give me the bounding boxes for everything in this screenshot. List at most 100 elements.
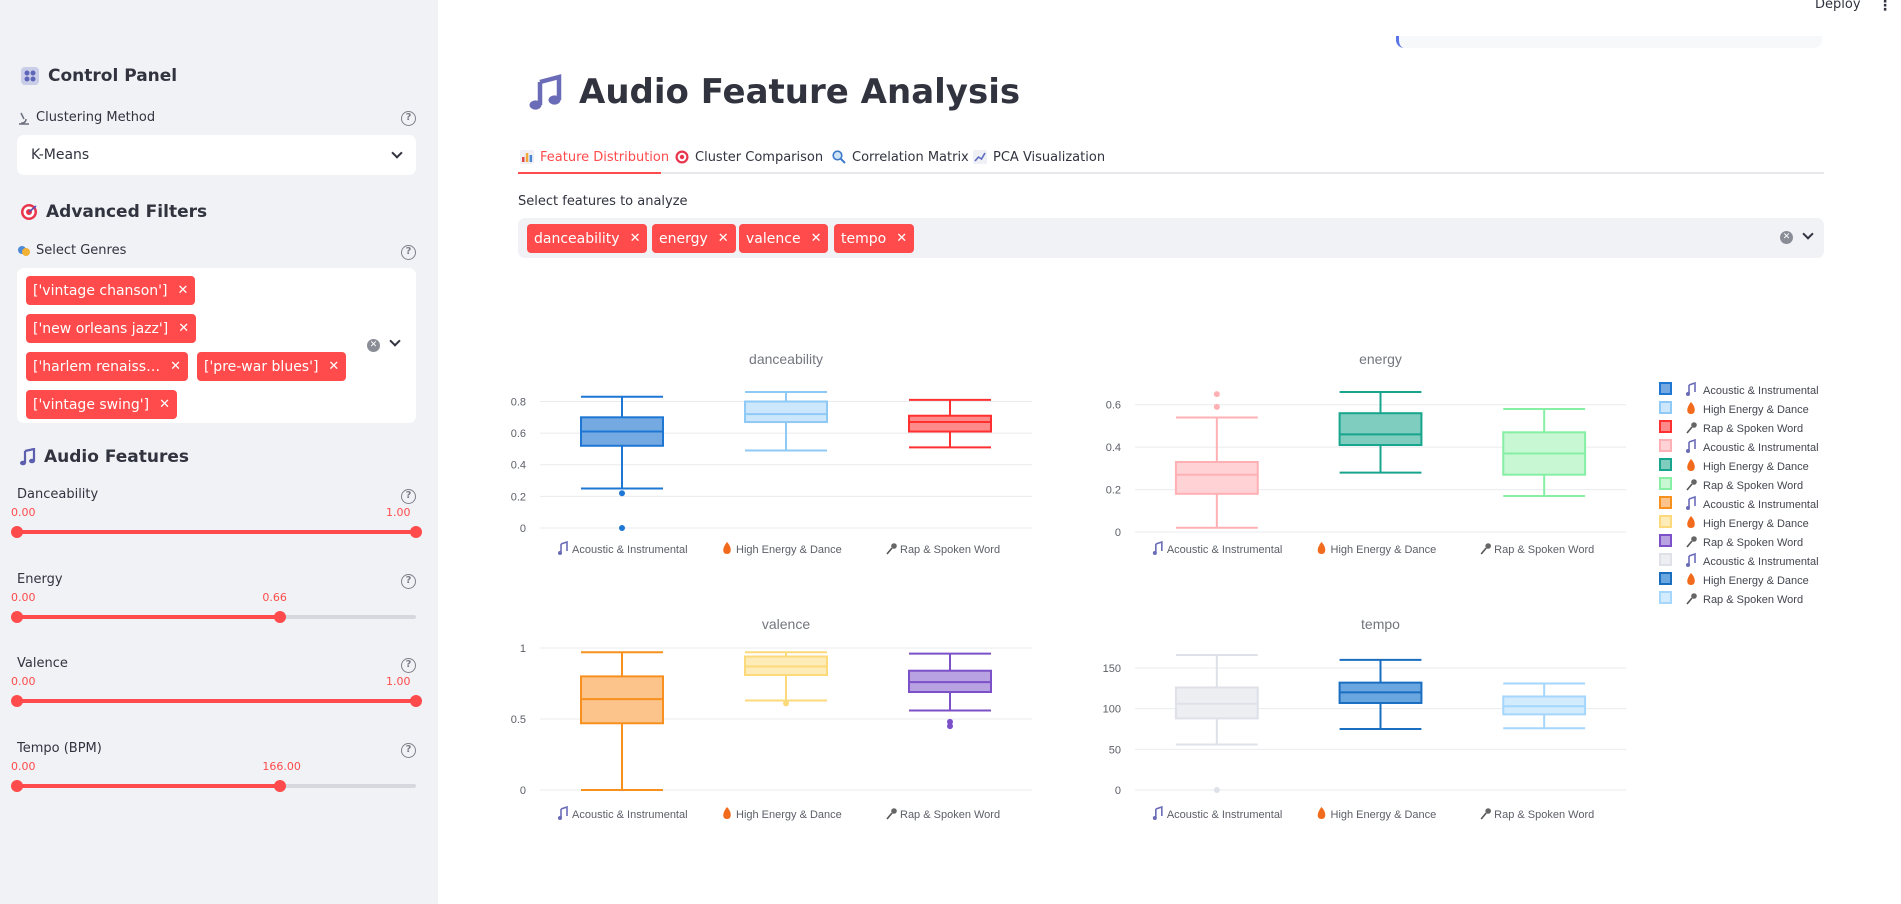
music-note-icon (558, 551, 562, 555)
slider-max-value: 1.00 (386, 506, 411, 519)
box-1 (1338, 658, 1423, 731)
genre-tag[interactable]: ['vintage swing'] ✕ (26, 390, 177, 419)
slider-help-icon[interactable]: ? (401, 743, 416, 758)
remove-tag-icon[interactable]: ✕ (178, 321, 189, 336)
outlier-point (1213, 787, 1220, 793)
box-iqr (1338, 412, 1423, 447)
slider-min-value: 0.00 (11, 506, 36, 519)
slider-low-handle[interactable] (11, 611, 23, 623)
legend-swatch (1659, 534, 1672, 547)
remove-tag-icon[interactable]: ✕ (718, 231, 729, 246)
outlier-point (619, 490, 625, 497)
box-0 (1174, 654, 1259, 793)
y-tick-label: 100 (1103, 704, 1121, 716)
slider-track[interactable] (11, 695, 422, 707)
music-note-icon (560, 540, 568, 553)
slider-max-value: 0.66 (262, 591, 287, 604)
remove-tag-icon[interactable]: ✕ (630, 231, 641, 246)
genres-multiselect[interactable]: ['vintage chanson'] ✕ ['new orleans jazz'… (17, 268, 416, 423)
genre-tag[interactable]: ['pre-war blues'] ✕ (197, 352, 347, 381)
fire-icon (1687, 459, 1695, 471)
tab-bar: Feature Distribution Cluster Comparison … (518, 140, 1824, 174)
remove-tag-icon[interactable]: ✕ (170, 359, 181, 374)
music-note-icon (558, 816, 562, 820)
slider-fill (17, 784, 281, 788)
active-tab-indicator (518, 172, 661, 174)
slider-help-icon[interactable]: ? (401, 489, 416, 504)
feature-tag[interactable]: valence ✕ (739, 224, 829, 253)
slider-track[interactable] (11, 611, 416, 623)
genre-tag[interactable]: ['vintage chanson'] ✕ (26, 276, 196, 305)
remove-tag-icon[interactable]: ✕ (811, 231, 822, 246)
remove-tag-icon[interactable]: ✕ (328, 359, 339, 374)
genre-tag[interactable]: ['new orleans jazz'] ✕ (26, 314, 197, 343)
tab-feature-distribution[interactable]: Feature Distribution (520, 140, 669, 174)
tab-cluster-comparison[interactable]: Cluster Comparison (675, 140, 823, 174)
music-note-icon (1152, 551, 1157, 555)
clustering-help-icon[interactable]: ? (401, 111, 416, 126)
box-plot-chart: danceability 0 0.2 0.4 0.6 0.8 Acoustic & Inst… (511, 351, 1819, 821)
genres-help-icon[interactable]: ? (401, 245, 416, 260)
legend-label: High Energy & Dance (1703, 518, 1809, 530)
microphone-icon (1485, 808, 1491, 814)
slider-min-value: 0.00 (11, 591, 36, 604)
y-tick-label: 0.4 (1106, 442, 1121, 454)
theater-masks-icon (18, 245, 30, 256)
legend-swatch (1659, 439, 1672, 452)
slider-low-handle[interactable] (11, 780, 23, 792)
y-tick-label: 0.8 (511, 396, 526, 408)
chevron-down-icon[interactable] (1802, 228, 1814, 240)
music-note-icon (1686, 449, 1690, 453)
outlier-point (619, 525, 625, 531)
legend-label: Rap & Spoken Word (1703, 480, 1803, 492)
deploy-button[interactable]: Deploy (1815, 0, 1861, 12)
main-menu-icon[interactable]: ⋮ (1878, 0, 1892, 14)
status-indicator (1396, 36, 1822, 48)
remove-tag-icon[interactable]: ✕ (896, 231, 907, 246)
feature-tag[interactable]: danceability ✕ (527, 224, 648, 253)
feature-tag[interactable]: energy ✕ (652, 224, 736, 253)
slider-label: Energy (17, 572, 63, 587)
legend-label: High Energy & Dance (1703, 404, 1809, 416)
genre-tag[interactable]: ['harlem renaiss… ✕ (26, 352, 189, 381)
remove-tag-icon[interactable]: ✕ (177, 283, 188, 298)
slider-fill (17, 615, 281, 619)
clear-all-icon[interactable]: ✕ (367, 339, 380, 352)
legend-label: Acoustic & Instrumental (1703, 442, 1819, 454)
slider-low-handle[interactable] (11, 695, 23, 707)
microphone-icon (891, 543, 897, 549)
slider-high-handle[interactable] (410, 695, 422, 707)
tab-correlation-matrix[interactable]: Correlation Matrix (832, 140, 969, 174)
music-note-icon (1688, 381, 1696, 394)
remove-tag-icon[interactable]: ✕ (159, 397, 170, 412)
tab-pca-visualization[interactable]: PCA Visualization (973, 140, 1105, 174)
slider-help-icon[interactable]: ? (401, 574, 416, 589)
clustering-method-select[interactable]: K-Means (17, 135, 416, 175)
slider-fill (17, 530, 416, 534)
microphone-icon (1691, 536, 1697, 542)
slider-low-handle[interactable] (11, 526, 23, 538)
legend: Acoustic & Instrumental High Energy & Dan… (1659, 381, 1819, 606)
microphone-icon (891, 808, 897, 814)
chevron-down-icon[interactable] (389, 335, 401, 347)
legend-label: Acoustic & Instrumental (1703, 556, 1819, 568)
features-multiselect[interactable]: danceability ✕ energy ✕ valence ✕ tempo ✕ ✕ (518, 218, 1824, 258)
slider-high-handle[interactable] (274, 780, 287, 792)
slider-help-icon[interactable]: ? (401, 658, 416, 673)
slider-high-handle[interactable] (274, 611, 287, 623)
feature-tag[interactable]: tempo ✕ (834, 224, 915, 253)
subplot-tempo: tempo 0 50 100 150 Acoustic & Instrumental Hig… (1103, 616, 1626, 821)
x-tick-label: High Energy & Dance (1331, 544, 1437, 556)
clear-all-icon[interactable]: ✕ (1780, 231, 1793, 244)
music-note-icon (1686, 392, 1690, 396)
slider-high-handle[interactable] (410, 526, 422, 538)
slider-label: Valence (17, 656, 68, 671)
slider-track[interactable] (11, 780, 416, 792)
legend-label: Acoustic & Instrumental (1703, 499, 1819, 511)
y-tick-label: 150 (1103, 663, 1121, 675)
slider-track[interactable] (11, 526, 422, 538)
y-tick-label: 0.6 (1106, 400, 1121, 412)
music-note-icon (1686, 563, 1690, 567)
microphone-icon (1691, 479, 1697, 485)
music-note-icon (1688, 438, 1696, 451)
